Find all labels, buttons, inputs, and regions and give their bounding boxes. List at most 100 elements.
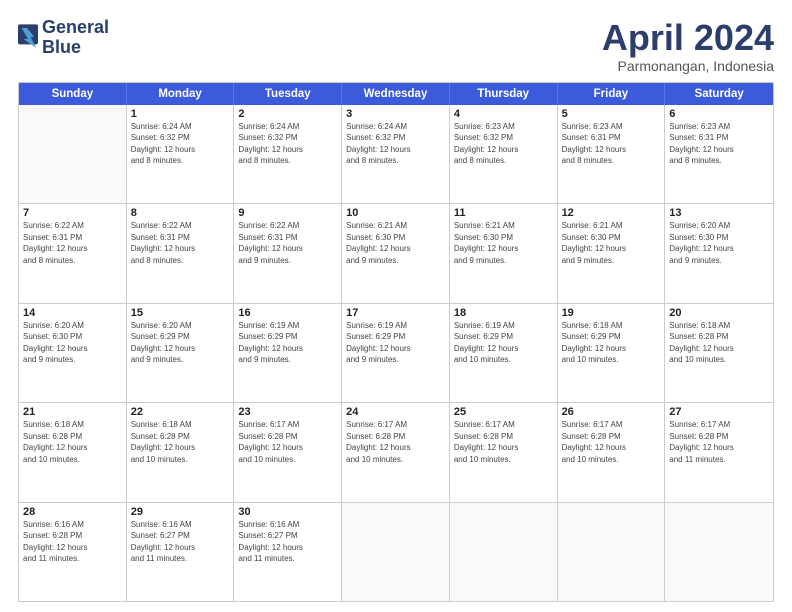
calendar-cell-4-3: 23Sunrise: 6:17 AM Sunset: 6:28 PM Dayli… bbox=[234, 403, 342, 501]
day-number: 5 bbox=[562, 108, 661, 120]
calendar-cell-3-6: 19Sunrise: 6:18 AM Sunset: 6:29 PM Dayli… bbox=[558, 304, 666, 402]
day-info: Sunrise: 6:20 AM Sunset: 6:29 PM Dayligh… bbox=[131, 320, 230, 366]
header: GeneralBlue April 2024 Parmonangan, Indo… bbox=[18, 18, 774, 74]
calendar-cell-4-6: 26Sunrise: 6:17 AM Sunset: 6:28 PM Dayli… bbox=[558, 403, 666, 501]
calendar-cell-4-1: 21Sunrise: 6:18 AM Sunset: 6:28 PM Dayli… bbox=[19, 403, 127, 501]
day-info: Sunrise: 6:19 AM Sunset: 6:29 PM Dayligh… bbox=[346, 320, 445, 366]
calendar-cell-5-2: 29Sunrise: 6:16 AM Sunset: 6:27 PM Dayli… bbox=[127, 503, 235, 601]
calendar-cell-4-4: 24Sunrise: 6:17 AM Sunset: 6:28 PM Dayli… bbox=[342, 403, 450, 501]
calendar-week-2: 7Sunrise: 6:22 AM Sunset: 6:31 PM Daylig… bbox=[19, 204, 773, 303]
calendar-body: 1Sunrise: 6:24 AM Sunset: 6:32 PM Daylig… bbox=[19, 105, 773, 601]
day-info: Sunrise: 6:18 AM Sunset: 6:28 PM Dayligh… bbox=[23, 419, 122, 465]
calendar-cell-5-1: 28Sunrise: 6:16 AM Sunset: 6:28 PM Dayli… bbox=[19, 503, 127, 601]
day-info: Sunrise: 6:22 AM Sunset: 6:31 PM Dayligh… bbox=[23, 220, 122, 266]
month-title: April 2024 bbox=[602, 18, 774, 58]
day-number: 20 bbox=[669, 307, 769, 319]
calendar-cell-1-4: 3Sunrise: 6:24 AM Sunset: 6:32 PM Daylig… bbox=[342, 105, 450, 203]
day-number: 8 bbox=[131, 207, 230, 219]
page: GeneralBlue April 2024 Parmonangan, Indo… bbox=[0, 0, 792, 612]
day-number: 2 bbox=[238, 108, 337, 120]
header-tuesday: Tuesday bbox=[234, 83, 342, 105]
day-number: 14 bbox=[23, 307, 122, 319]
calendar-week-5: 28Sunrise: 6:16 AM Sunset: 6:28 PM Dayli… bbox=[19, 503, 773, 601]
calendar: Sunday Monday Tuesday Wednesday Thursday… bbox=[18, 82, 774, 602]
day-info: Sunrise: 6:22 AM Sunset: 6:31 PM Dayligh… bbox=[131, 220, 230, 266]
logo-line2: Blue bbox=[42, 38, 109, 58]
calendar-cell-2-4: 10Sunrise: 6:21 AM Sunset: 6:30 PM Dayli… bbox=[342, 204, 450, 302]
day-number: 28 bbox=[23, 506, 122, 518]
calendar-cell-3-5: 18Sunrise: 6:19 AM Sunset: 6:29 PM Dayli… bbox=[450, 304, 558, 402]
day-number: 10 bbox=[346, 207, 445, 219]
title-block: April 2024 Parmonangan, Indonesia bbox=[602, 18, 774, 74]
day-number: 12 bbox=[562, 207, 661, 219]
day-info: Sunrise: 6:23 AM Sunset: 6:31 PM Dayligh… bbox=[562, 121, 661, 167]
header-monday: Monday bbox=[127, 83, 235, 105]
day-info: Sunrise: 6:17 AM Sunset: 6:28 PM Dayligh… bbox=[238, 419, 337, 465]
calendar-cell-5-5 bbox=[450, 503, 558, 601]
calendar-cell-1-7: 6Sunrise: 6:23 AM Sunset: 6:31 PM Daylig… bbox=[665, 105, 773, 203]
logo-line1: General bbox=[42, 18, 109, 38]
day-number: 3 bbox=[346, 108, 445, 120]
calendar-cell-3-2: 15Sunrise: 6:20 AM Sunset: 6:29 PM Dayli… bbox=[127, 304, 235, 402]
day-info: Sunrise: 6:17 AM Sunset: 6:28 PM Dayligh… bbox=[562, 419, 661, 465]
day-number: 6 bbox=[669, 108, 769, 120]
calendar-cell-2-5: 11Sunrise: 6:21 AM Sunset: 6:30 PM Dayli… bbox=[450, 204, 558, 302]
day-info: Sunrise: 6:17 AM Sunset: 6:28 PM Dayligh… bbox=[346, 419, 445, 465]
day-number: 21 bbox=[23, 406, 122, 418]
calendar-cell-1-3: 2Sunrise: 6:24 AM Sunset: 6:32 PM Daylig… bbox=[234, 105, 342, 203]
day-number: 29 bbox=[131, 506, 230, 518]
day-number: 18 bbox=[454, 307, 553, 319]
day-info: Sunrise: 6:16 AM Sunset: 6:27 PM Dayligh… bbox=[238, 519, 337, 565]
calendar-cell-5-3: 30Sunrise: 6:16 AM Sunset: 6:27 PM Dayli… bbox=[234, 503, 342, 601]
header-thursday: Thursday bbox=[450, 83, 558, 105]
day-info: Sunrise: 6:20 AM Sunset: 6:30 PM Dayligh… bbox=[669, 220, 769, 266]
day-number: 13 bbox=[669, 207, 769, 219]
day-info: Sunrise: 6:24 AM Sunset: 6:32 PM Dayligh… bbox=[346, 121, 445, 167]
day-number: 7 bbox=[23, 207, 122, 219]
header-wednesday: Wednesday bbox=[342, 83, 450, 105]
day-number: 27 bbox=[669, 406, 769, 418]
logo: GeneralBlue bbox=[18, 18, 109, 58]
day-info: Sunrise: 6:19 AM Sunset: 6:29 PM Dayligh… bbox=[238, 320, 337, 366]
calendar-header: Sunday Monday Tuesday Wednesday Thursday… bbox=[19, 83, 773, 105]
day-number: 19 bbox=[562, 307, 661, 319]
day-number: 23 bbox=[238, 406, 337, 418]
day-info: Sunrise: 6:20 AM Sunset: 6:30 PM Dayligh… bbox=[23, 320, 122, 366]
day-info: Sunrise: 6:19 AM Sunset: 6:29 PM Dayligh… bbox=[454, 320, 553, 366]
calendar-cell-2-7: 13Sunrise: 6:20 AM Sunset: 6:30 PM Dayli… bbox=[665, 204, 773, 302]
calendar-week-1: 1Sunrise: 6:24 AM Sunset: 6:32 PM Daylig… bbox=[19, 105, 773, 204]
calendar-cell-4-2: 22Sunrise: 6:18 AM Sunset: 6:28 PM Dayli… bbox=[127, 403, 235, 501]
calendar-cell-2-1: 7Sunrise: 6:22 AM Sunset: 6:31 PM Daylig… bbox=[19, 204, 127, 302]
day-info: Sunrise: 6:22 AM Sunset: 6:31 PM Dayligh… bbox=[238, 220, 337, 266]
day-info: Sunrise: 6:17 AM Sunset: 6:28 PM Dayligh… bbox=[454, 419, 553, 465]
calendar-cell-2-3: 9Sunrise: 6:22 AM Sunset: 6:31 PM Daylig… bbox=[234, 204, 342, 302]
day-number: 26 bbox=[562, 406, 661, 418]
calendar-cell-4-7: 27Sunrise: 6:17 AM Sunset: 6:28 PM Dayli… bbox=[665, 403, 773, 501]
calendar-cell-5-4 bbox=[342, 503, 450, 601]
day-info: Sunrise: 6:23 AM Sunset: 6:31 PM Dayligh… bbox=[669, 121, 769, 167]
calendar-week-4: 21Sunrise: 6:18 AM Sunset: 6:28 PM Dayli… bbox=[19, 403, 773, 502]
day-number: 16 bbox=[238, 307, 337, 319]
calendar-cell-5-6 bbox=[558, 503, 666, 601]
logo-text: GeneralBlue bbox=[42, 18, 109, 58]
calendar-week-3: 14Sunrise: 6:20 AM Sunset: 6:30 PM Dayli… bbox=[19, 304, 773, 403]
day-number: 22 bbox=[131, 406, 230, 418]
calendar-cell-1-6: 5Sunrise: 6:23 AM Sunset: 6:31 PM Daylig… bbox=[558, 105, 666, 203]
header-saturday: Saturday bbox=[665, 83, 773, 105]
day-number: 30 bbox=[238, 506, 337, 518]
day-info: Sunrise: 6:18 AM Sunset: 6:28 PM Dayligh… bbox=[131, 419, 230, 465]
day-info: Sunrise: 6:16 AM Sunset: 6:27 PM Dayligh… bbox=[131, 519, 230, 565]
location-subtitle: Parmonangan, Indonesia bbox=[602, 58, 774, 74]
calendar-cell-5-7 bbox=[665, 503, 773, 601]
day-info: Sunrise: 6:18 AM Sunset: 6:29 PM Dayligh… bbox=[562, 320, 661, 366]
day-info: Sunrise: 6:21 AM Sunset: 6:30 PM Dayligh… bbox=[346, 220, 445, 266]
calendar-cell-2-6: 12Sunrise: 6:21 AM Sunset: 6:30 PM Dayli… bbox=[558, 204, 666, 302]
day-number: 17 bbox=[346, 307, 445, 319]
calendar-cell-1-1 bbox=[19, 105, 127, 203]
day-number: 4 bbox=[454, 108, 553, 120]
calendar-cell-3-7: 20Sunrise: 6:18 AM Sunset: 6:28 PM Dayli… bbox=[665, 304, 773, 402]
calendar-cell-3-1: 14Sunrise: 6:20 AM Sunset: 6:30 PM Dayli… bbox=[19, 304, 127, 402]
day-number: 11 bbox=[454, 207, 553, 219]
day-number: 24 bbox=[346, 406, 445, 418]
header-friday: Friday bbox=[558, 83, 666, 105]
